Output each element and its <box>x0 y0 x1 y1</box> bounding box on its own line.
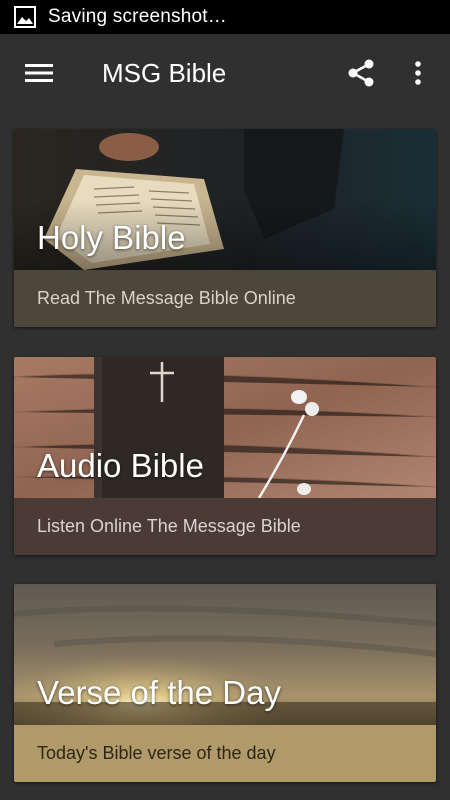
app-title: MSG Bible <box>102 58 227 88</box>
menu-button[interactable] <box>14 54 64 96</box>
card-footer: Listen Online The Message Bible <box>14 498 436 555</box>
verse-of-the-day-card[interactable]: Verse of the Day Today's Bible verse of … <box>14 584 436 782</box>
card-subtitle: Today's Bible verse of the day <box>37 743 276 763</box>
app-bar: MSG Bible <box>0 34 450 116</box>
share-button[interactable] <box>340 54 382 96</box>
card-subtitle: Read The Message Bible Online <box>37 288 296 308</box>
audio-bible-card[interactable]: Audio Bible Listen Online The Message Bi… <box>14 357 436 555</box>
card-footer: Today's Bible verse of the day <box>14 725 436 782</box>
card-title: Holy Bible <box>37 219 186 256</box>
more-options-button[interactable] <box>398 54 438 96</box>
image-icon <box>14 6 36 28</box>
card-subtitle: Listen Online The Message Bible <box>37 516 301 536</box>
share-icon <box>347 58 375 93</box>
hamburger-menu-icon <box>25 62 53 89</box>
more-vertical-icon <box>414 60 422 91</box>
status-text: Saving screenshot… <box>48 6 227 27</box>
holy-bible-card[interactable]: Holy Bible Read The Message Bible Online <box>14 129 436 327</box>
status-bar: Saving screenshot… <box>0 0 450 34</box>
card-title: Verse of the Day <box>37 674 281 711</box>
card-title: Audio Bible <box>37 447 204 484</box>
card-footer: Read The Message Bible Online <box>14 270 436 327</box>
